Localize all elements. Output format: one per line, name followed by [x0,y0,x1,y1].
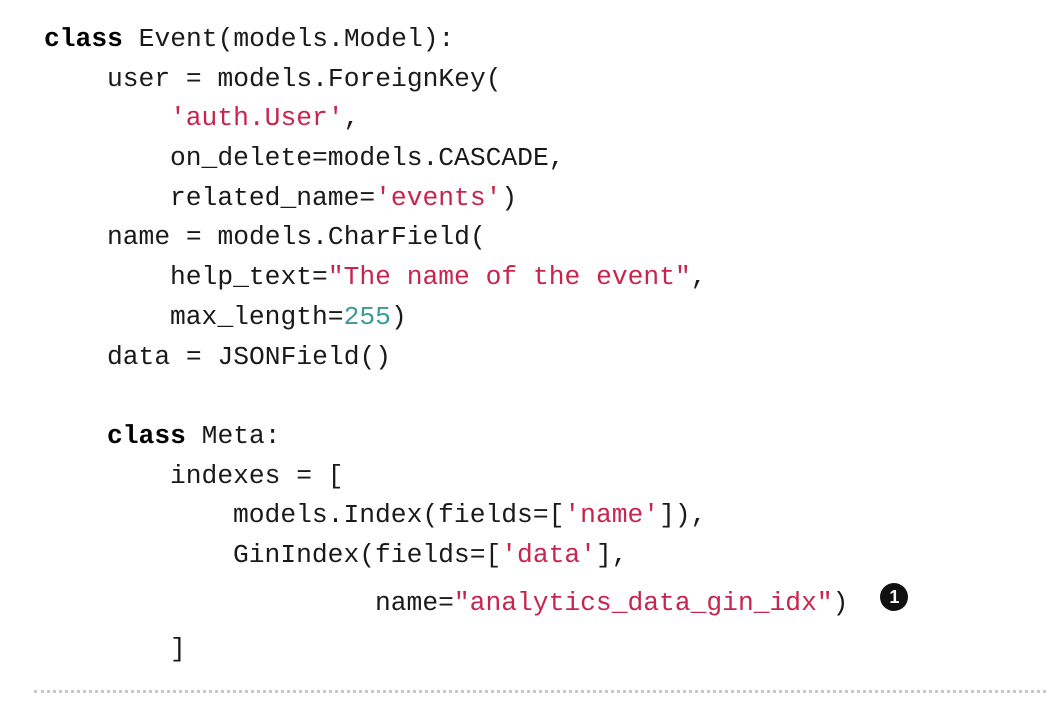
code-text: ] [170,633,186,664]
code-line-1: class Event(models.Model): [44,20,908,60]
code-text: ], [595,539,628,570]
code-text: user = models.ForeignKey( [107,63,502,94]
code-line-7: help_text="The name of the event", [44,258,908,298]
code-text: indexes = [ [170,460,344,491]
code-line-11: class Meta: [44,417,908,457]
number-literal: 255 [343,301,391,332]
code-line-12: indexes = [ [44,457,908,497]
code-line-14: GinIndex(fields=['data'], [44,536,908,576]
code-text: ) [501,182,518,213]
keyword: class [44,24,123,54]
code-text: , [343,103,360,134]
code-text: Event(models.Model): [122,24,455,54]
string-literal: "The name of the event" [327,262,691,293]
code-text: ) [832,587,849,618]
code-line-15: name="analytics_data_gin_idx") 1 [44,576,909,630]
code-line-16: ] [44,630,908,670]
code-text: ]), [659,500,707,531]
code-text: , [690,262,707,293]
callout-badge-1: 1 [880,582,909,611]
code-line-10-blank [44,377,908,417]
code-line-8: max_length=255) [44,298,908,338]
code-line-5: related_name='events') [44,179,908,219]
string-literal: 'name' [564,500,660,531]
string-literal: "analytics_data_gin_idx" [453,587,833,618]
code-text: ) [390,301,407,332]
string-literal: 'auth.User' [170,103,344,134]
dotted-divider [34,690,1046,693]
code-text: help_text= [170,262,328,293]
string-literal: 'data' [501,539,596,570]
code-text: related_name= [170,182,376,213]
keyword: class [107,420,186,451]
code-text: name= [375,587,454,618]
code-line-9: data = JSONField() [44,338,908,378]
code-line-6: name = models.CharField( [44,218,908,258]
code-text: models.Index(fields=[ [233,500,565,531]
string-literal: 'events' [375,182,502,213]
code-line-4: on_delete=models.CASCADE, [44,139,908,179]
code-text: data = JSONField() [107,341,392,372]
code-text: on_delete=models.CASCADE, [170,143,565,174]
code-line-3: 'auth.User', [44,99,908,139]
code-text: name = models.CharField( [107,222,486,253]
code-text: GinIndex(fields=[ [233,539,502,570]
code-listing: class Event(models.Model): user = models.… [44,20,909,670]
code-text: Meta: [185,420,281,451]
code-text: max_length= [170,301,344,332]
code-line-2: user = models.ForeignKey( [44,60,908,100]
code-line-13: models.Index(fields=['name']), [44,496,908,536]
